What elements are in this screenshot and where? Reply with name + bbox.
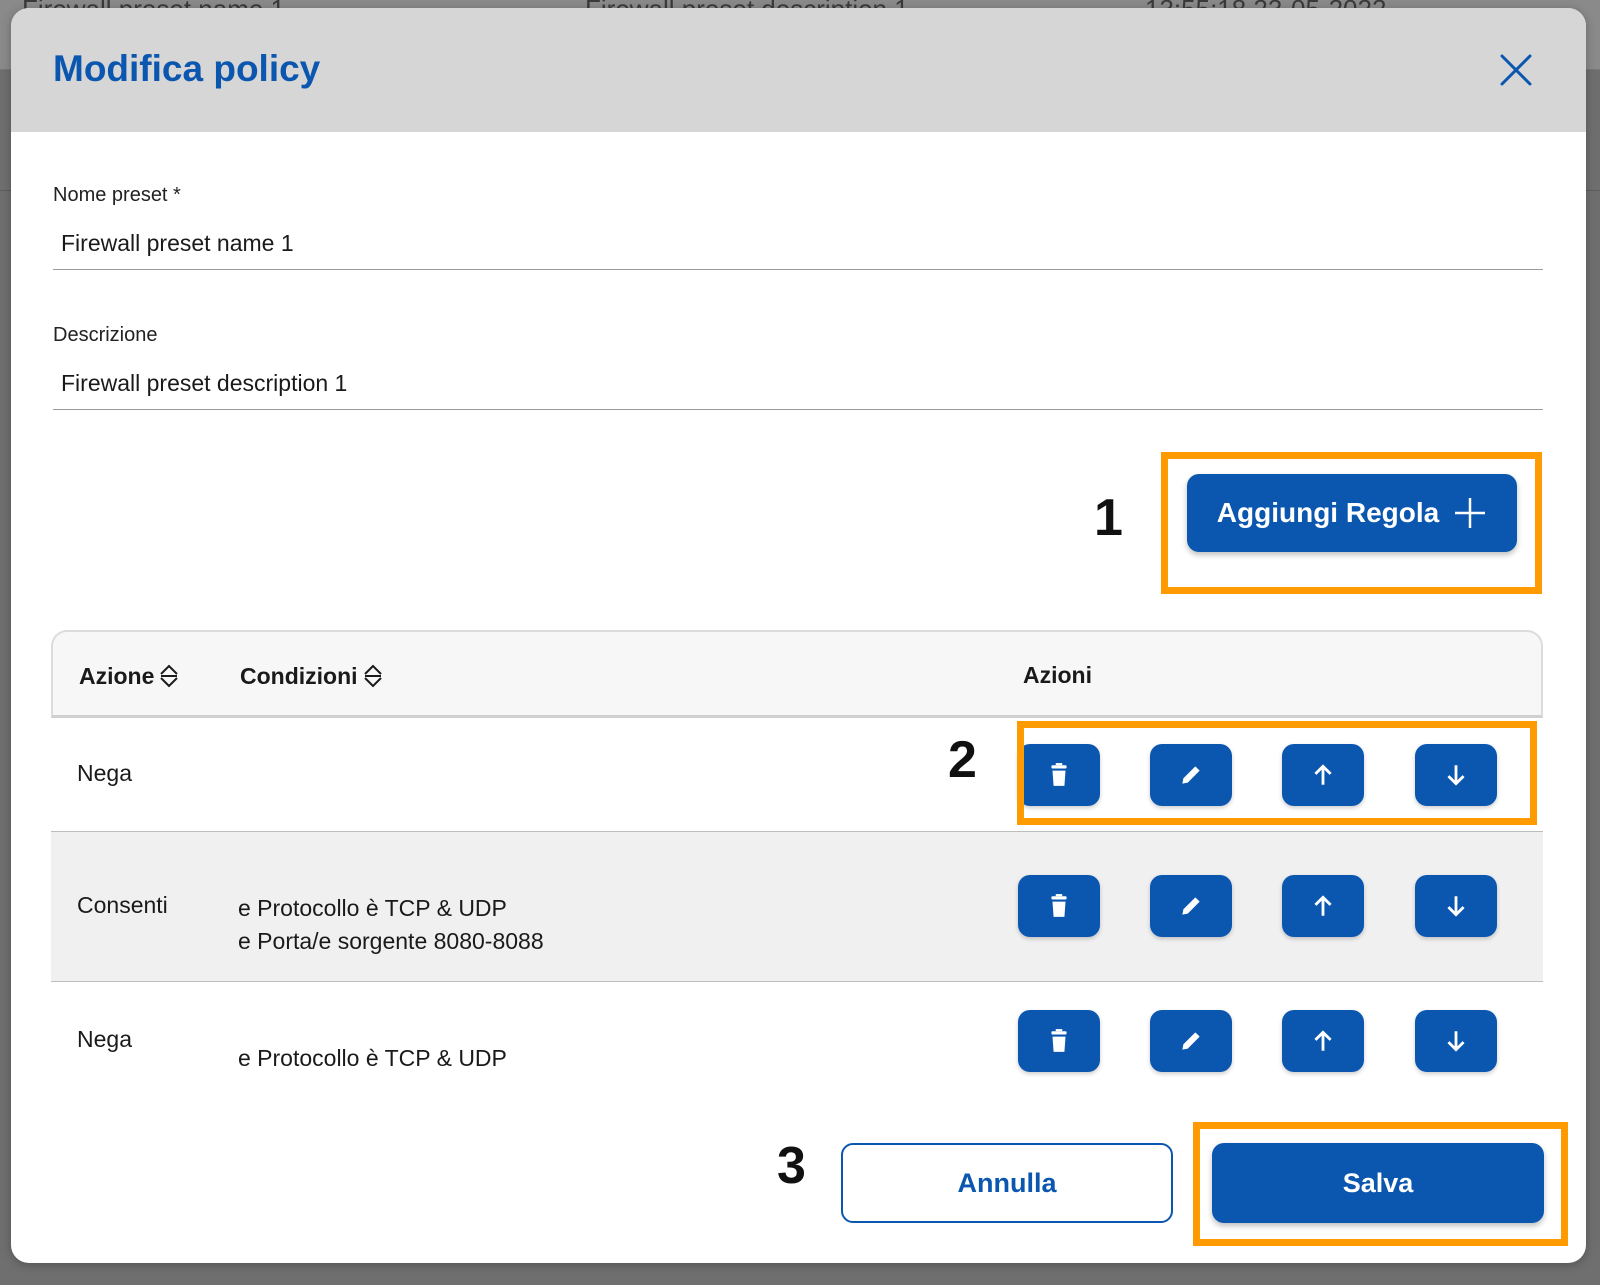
cancel-button[interactable]: Annulla <box>841 1143 1173 1223</box>
step-number-3: 3 <box>777 1137 806 1195</box>
arrow-down-icon <box>1447 1031 1465 1052</box>
move-rule-up-button[interactable] <box>1282 744 1364 806</box>
condition-line: e Protocollo è TCP & UDP <box>238 895 507 921</box>
rule-action-cell: Consenti <box>77 892 168 918</box>
arrow-up-icon <box>1314 895 1332 916</box>
table-row: Nega <box>51 718 1543 832</box>
pencil-icon <box>1182 766 1200 784</box>
modal-header: Modifica policy <box>11 8 1586 132</box>
edit-rule-button[interactable] <box>1150 875 1232 937</box>
description-input[interactable] <box>53 358 1543 410</box>
close-icon <box>1500 54 1532 86</box>
trash-icon <box>1051 894 1067 917</box>
preset-name-label: Nome preset * <box>53 184 181 206</box>
trash-icon <box>1051 1029 1067 1052</box>
preset-name-input[interactable] <box>53 218 1543 270</box>
rule-conditions-cell: e Protocollo è TCP & UDP <box>238 1042 507 1075</box>
edit-rule-button[interactable] <box>1150 1010 1232 1072</box>
column-header-actions: Azioni <box>1023 662 1092 689</box>
edit-policy-modal: Modifica policy Nome preset * Descrizion… <box>11 8 1586 1263</box>
step-number-1: 1 <box>1094 489 1123 547</box>
sort-icon <box>363 664 382 688</box>
rules-table: Azione Condizioni Azioni Nega Consenti e… <box>51 630 1543 1102</box>
save-button[interactable]: Salva <box>1212 1143 1544 1223</box>
table-header: Azione Condizioni Azioni <box>51 630 1543 718</box>
condition-line: e Porta/e sorgente 8080-8088 <box>238 928 544 954</box>
add-rule-label: Aggiungi Regola <box>1216 497 1440 528</box>
edit-rule-button[interactable] <box>1150 744 1232 806</box>
add-rule-button[interactable]: Aggiungi Regola <box>1187 474 1517 552</box>
delete-rule-button[interactable] <box>1018 744 1100 806</box>
column-header-action[interactable]: Azione <box>79 662 180 690</box>
delete-rule-button[interactable] <box>1018 875 1100 937</box>
column-header-conditions-label: Condizioni <box>240 662 358 689</box>
trash-icon <box>1051 763 1067 786</box>
move-rule-down-button[interactable] <box>1415 1010 1497 1072</box>
arrow-down-icon <box>1447 765 1465 786</box>
column-header-actions-label: Azioni <box>1023 662 1092 688</box>
move-rule-up-button[interactable] <box>1282 875 1364 937</box>
condition-line: e Protocollo è TCP & UDP <box>238 1045 507 1071</box>
delete-rule-button[interactable] <box>1018 1010 1100 1072</box>
close-button[interactable] <box>1498 52 1534 88</box>
column-header-action-label: Azione <box>79 662 155 689</box>
arrow-up-icon <box>1314 1030 1332 1051</box>
table-row: Consenti e Protocollo è TCP & UDP e Port… <box>51 832 1543 982</box>
column-header-conditions[interactable]: Condizioni <box>240 662 384 690</box>
plus-icon <box>1455 498 1486 528</box>
pencil-icon <box>1182 897 1200 915</box>
sort-icon <box>160 664 179 688</box>
rule-conditions-cell: e Protocollo è TCP & UDP e Porta/e sorge… <box>238 892 544 958</box>
pencil-icon <box>1182 1032 1200 1050</box>
move-rule-up-button[interactable] <box>1282 1010 1364 1072</box>
rule-action-cell: Nega <box>77 760 132 786</box>
rule-action-cell: Nega <box>77 1026 132 1052</box>
step-number-2: 2 <box>948 731 977 789</box>
arrow-up-icon <box>1314 764 1332 785</box>
move-rule-down-button[interactable] <box>1415 744 1497 806</box>
table-row: Nega e Protocollo è TCP & UDP <box>51 982 1543 1102</box>
move-rule-down-button[interactable] <box>1415 875 1497 937</box>
description-label: Descrizione <box>53 324 158 346</box>
modal-title: Modifica policy <box>53 48 321 89</box>
arrow-down-icon <box>1447 896 1465 917</box>
